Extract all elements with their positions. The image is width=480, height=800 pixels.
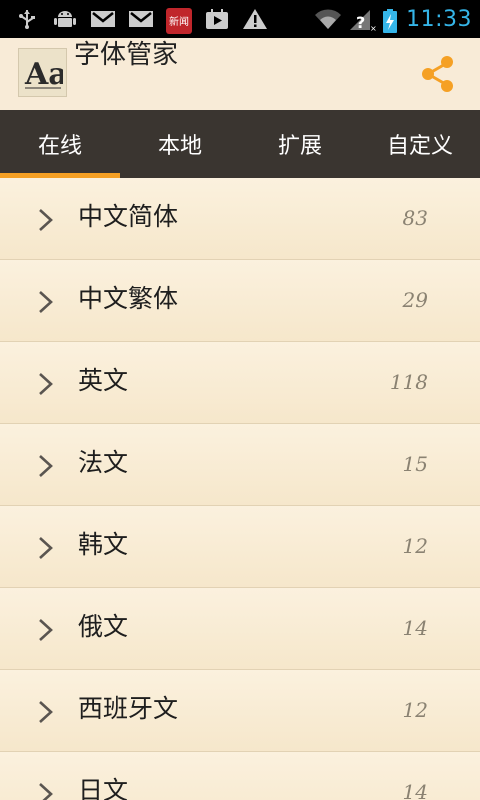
chevron-right-icon [39,701,53,723]
battery-icon [382,8,398,33]
item-label: 中文简体 [78,202,179,231]
svg-text:×: × [370,24,376,32]
list-item[interactable]: 俄文 14 [0,588,480,670]
play-store-icon [204,8,230,30]
item-count: 118 [389,370,428,394]
signal-icon: ? × [348,8,377,33]
item-count: 83 [402,206,428,230]
wifi-icon [314,8,342,30]
chevron-right-icon [39,537,53,559]
warning-icon [242,8,268,30]
chevron-right-icon [39,455,53,477]
chevron-right-icon [39,373,53,395]
tab-local[interactable]: 本地 [120,110,240,178]
tab-online[interactable]: 在线 [0,110,120,178]
font-category-list: 中文简体 83 中文繁体 29 英文 118 法文 15 韩文 12 俄文 14… [0,178,480,800]
tab-label: 本地 [157,134,202,159]
svg-text:?: ? [356,13,365,32]
clock: 11:33 [406,6,472,32]
font-logo-icon: Aa [24,57,63,90]
item-count: 15 [402,452,428,476]
chevron-right-icon [39,291,53,313]
share-button[interactable] [418,54,458,94]
chevron-right-icon [39,783,53,800]
item-count: 12 [402,534,428,558]
list-item[interactable]: 英文 118 [0,342,480,424]
item-label: 英文 [78,366,129,395]
item-label: 西班牙文 [78,694,179,723]
system-icons: ? × 11:33 [314,6,472,33]
share-icon [422,56,453,92]
item-label: 日文 [78,776,129,800]
item-label: 韩文 [78,530,129,559]
item-count: 14 [402,780,428,800]
android-debug-icon [52,8,78,30]
list-item[interactable]: 日文 14 [0,752,480,800]
tab-custom[interactable]: 自定义 [360,110,480,178]
chevron-right-icon [39,619,53,641]
tab-extension[interactable]: 扩展 [240,110,360,178]
news-app-icon: 新闻 [166,8,192,34]
gmail-icon [90,8,116,30]
tab-label: 自定义 [386,134,453,159]
item-count: 12 [402,698,428,722]
status-bar: 新闻 ? × 11:33 [0,0,480,38]
tab-label: 在线 [37,134,82,159]
item-label: 中文繁体 [78,284,179,313]
list-item[interactable]: 中文简体 83 [0,178,480,260]
app-header: Aa 字体管家 [0,38,480,110]
svg-text:Aa: Aa [24,57,63,90]
gmail-icon [128,8,154,30]
list-item[interactable]: 法文 15 [0,424,480,506]
list-item[interactable]: 中文繁体 29 [0,260,480,342]
item-count: 29 [402,288,428,312]
list-item[interactable]: 西班牙文 12 [0,670,480,752]
svg-text:新闻: 新闻 [169,15,189,28]
notification-icons: 新闻 [14,6,268,34]
app-title: 字体管家 [74,40,179,70]
item-label: 法文 [78,448,129,477]
chevron-right-icon [39,209,53,231]
tab-bar: 在线 本地 扩展 自定义 [0,110,480,178]
item-label: 俄文 [78,612,129,641]
usb-icon [14,8,40,30]
tab-label: 扩展 [277,134,322,159]
list-item[interactable]: 韩文 12 [0,506,480,588]
app-logo[interactable]: Aa [18,48,67,97]
item-count: 14 [402,616,428,640]
